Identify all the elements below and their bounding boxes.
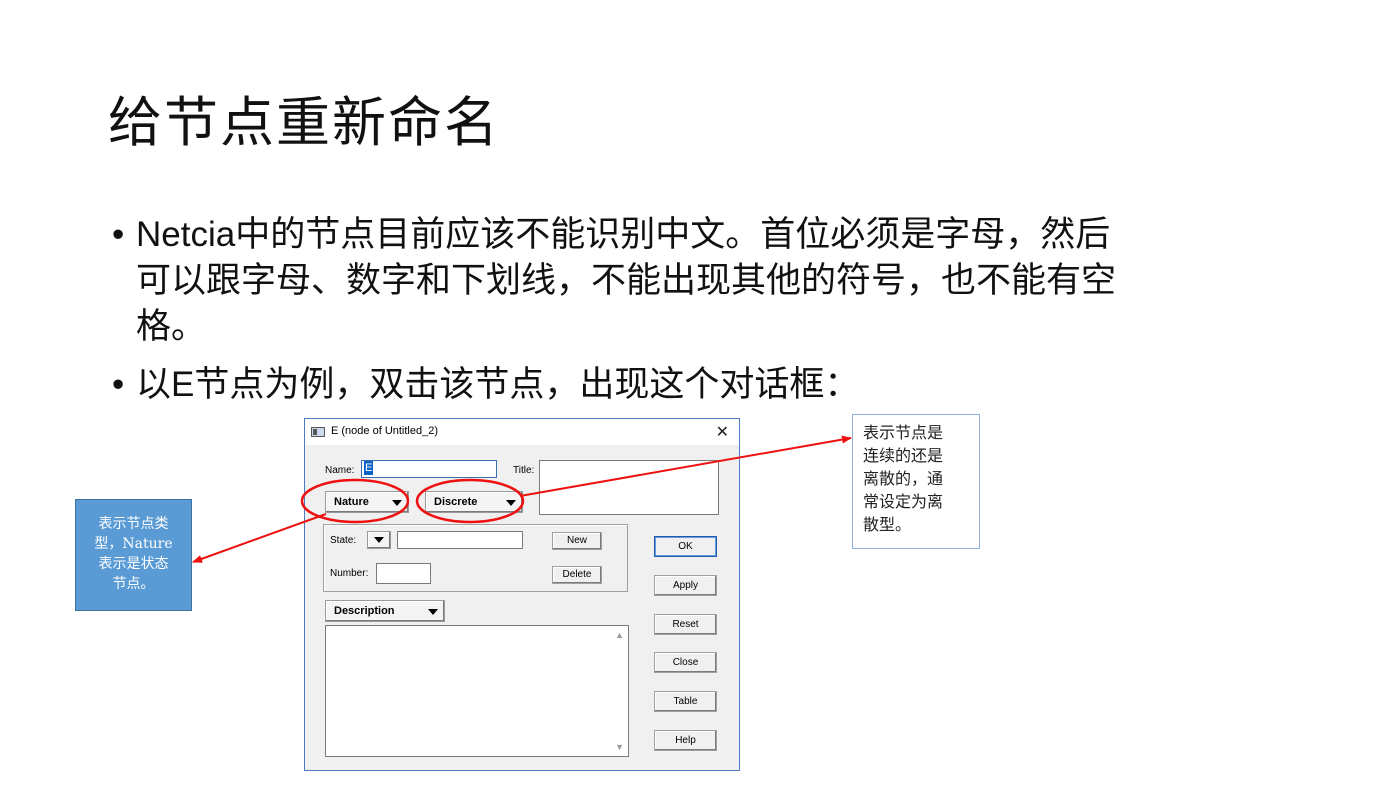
- state-label: State:: [330, 535, 357, 546]
- table-button[interactable]: Table: [654, 691, 717, 712]
- callout-line: 常设定为离: [863, 492, 944, 511]
- callout-line: 连续的还是: [863, 446, 944, 465]
- nature-dropdown[interactable]: Nature: [325, 491, 409, 513]
- bullet-text: 中的节点目前应该不能识别中文。首位必须是字母，然后: [235, 215, 1111, 255]
- description-textarea[interactable]: ▲ ▼: [325, 625, 629, 757]
- scroll-down-icon[interactable]: ▼: [615, 742, 624, 752]
- name-label: Name:: [325, 465, 355, 476]
- title-field[interactable]: [539, 460, 719, 515]
- triangle-down-icon: [428, 609, 438, 615]
- bullet-list: • Netcia中的节点目前应该不能识别中文。首位必须是字母，然后 可以跟字母、…: [112, 212, 1312, 420]
- bullet-text: 以: [136, 365, 172, 405]
- callout-line: 节点。: [112, 576, 155, 592]
- bullet-text: 格。: [136, 307, 207, 347]
- callout-line: 表示是状态: [98, 556, 169, 572]
- ok-button[interactable]: OK: [654, 536, 717, 557]
- callout-line: 离散的，通: [863, 469, 944, 488]
- state-field[interactable]: [397, 531, 523, 549]
- description-dropdown[interactable]: Description: [325, 600, 445, 622]
- nature-label: Nature: [334, 496, 369, 508]
- name-field[interactable]: E: [361, 460, 497, 478]
- callout-line: 散型。: [863, 515, 912, 534]
- delete-button[interactable]: Delete: [552, 566, 602, 584]
- triangle-down-icon: [506, 500, 516, 506]
- bullet-dot-icon: •: [112, 215, 125, 254]
- bullet-text: 节点为例，双击该节点，出现这个对话框：: [194, 365, 860, 405]
- bullet-text-latin: E: [171, 365, 195, 404]
- slide-title: 给节点重新命名: [108, 91, 500, 154]
- new-button[interactable]: New: [552, 532, 602, 550]
- triangle-down-icon: [374, 537, 384, 543]
- state-dropdown[interactable]: [367, 531, 391, 549]
- dialog-title: E (node of Untitled_2): [331, 425, 439, 437]
- name-value: E: [364, 461, 374, 475]
- callout-line: 型，Nature: [94, 536, 173, 552]
- discrete-label: Discrete: [434, 496, 478, 508]
- bullet-text: 可以跟字母、数字和下划线，不能出现其他的符号，也不能有空: [136, 261, 1117, 301]
- reset-button[interactable]: Reset: [654, 614, 717, 635]
- close-icon[interactable]: ✕: [716, 422, 729, 442]
- title-label: Title:: [513, 465, 535, 476]
- bullet-item-naming-rule: • Netcia中的节点目前应该不能识别中文。首位必须是字母，然后 可以跟字母、…: [112, 212, 1312, 350]
- scroll-up-icon[interactable]: ▲: [615, 630, 624, 640]
- node-dialog: E (node of Untitled_2) ✕ Name: E Title: …: [304, 418, 740, 771]
- bullet-dot-icon: •: [112, 365, 125, 404]
- discrete-dropdown[interactable]: Discrete: [425, 491, 523, 513]
- dialog-titlebar: E (node of Untitled_2) ✕: [305, 419, 739, 445]
- callout-nature-explanation: 表示节点类 型，Nature 表示是状态 节点。: [75, 499, 192, 611]
- callout-discrete-explanation: 表示节点是 连续的还是 离散的，通 常设定为离 散型。: [852, 414, 980, 549]
- number-field[interactable]: [376, 563, 431, 584]
- description-label: Description: [334, 605, 395, 617]
- callout-line: 表示节点是: [863, 423, 944, 442]
- callout-line: 表示节点类: [98, 516, 169, 532]
- triangle-down-icon: [392, 500, 402, 506]
- bullet-text-latin: Netcia: [136, 215, 236, 254]
- window-icon: [311, 427, 325, 437]
- help-button[interactable]: Help: [654, 730, 717, 751]
- apply-button[interactable]: Apply: [654, 575, 717, 596]
- close-button[interactable]: Close: [654, 652, 717, 673]
- bullet-item-example: • 以E节点为例，双击该节点，出现这个对话框：: [112, 362, 1312, 408]
- number-label: Number:: [330, 568, 369, 579]
